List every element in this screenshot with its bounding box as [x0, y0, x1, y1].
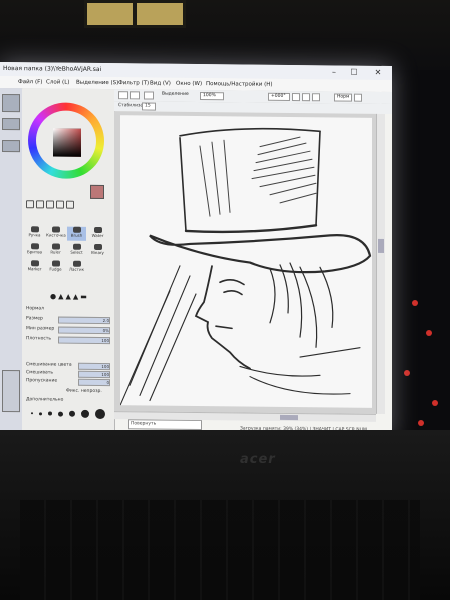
menu-select[interactable]: Выделение (S)	[76, 80, 118, 86]
min-size-label: Мин размер	[26, 326, 55, 332]
rotate-right-button[interactable]	[302, 93, 310, 102]
menu-help[interactable]: Помощь/Настройки (H)	[206, 81, 273, 88]
keyboard	[20, 500, 420, 600]
persistence-slider[interactable]: 0	[78, 378, 110, 387]
drawing-canvas[interactable]	[119, 115, 372, 408]
stabilizer-toggle[interactable]	[354, 93, 362, 102]
selection-toggle[interactable]: Выделение	[160, 92, 198, 100]
density-slider[interactable]: 100	[58, 336, 110, 345]
room-background	[0, 0, 450, 70]
size-label: Размер	[26, 316, 43, 322]
brush-pen[interactable]: Ручка	[25, 226, 44, 240]
blend-mode[interactable]: Нормал	[26, 306, 44, 311]
redo-button[interactable]	[130, 91, 140, 100]
rotate-left-button[interactable]	[292, 93, 300, 102]
tool-panel: Ручка Кисточка Brush Water Бритва Ruler …	[22, 88, 115, 436]
zoom-icon[interactable]	[36, 200, 44, 209]
window-title: Новая папка (3)\YeBhoAVjAR.sai	[3, 64, 102, 74]
room-window	[84, 0, 186, 28]
layer-thumbnail[interactable]	[2, 139, 20, 153]
brush-binary[interactable]: Binary	[88, 243, 107, 258]
close-button[interactable]: ✕	[372, 67, 384, 78]
keep-opacity-checkbox[interactable]: Фикс. непрозр.	[66, 389, 102, 394]
brush-brush[interactable]: Кисточка	[46, 226, 66, 240]
deselect-button[interactable]	[144, 91, 154, 100]
eyedropper-icon[interactable]	[66, 200, 74, 209]
undo-button[interactable]	[118, 91, 128, 100]
rotate-icon[interactable]	[46, 200, 54, 209]
brush-shapes[interactable]: ●▲▲▲▬	[50, 292, 89, 300]
menu-file[interactable]: Файл (F)	[18, 79, 42, 85]
density-label: Плотность	[26, 336, 52, 342]
vertical-scrollbar[interactable]	[376, 113, 385, 414]
menu-view[interactable]: Вид (V)	[150, 81, 171, 87]
normal-mode[interactable]: Норм	[334, 93, 352, 102]
reset-rotation-button[interactable]	[312, 93, 320, 102]
minimize-button[interactable]: –	[328, 66, 340, 77]
rotate-navigator[interactable]: Повернуть	[128, 419, 202, 431]
sketch-drawing	[119, 127, 372, 406]
navigator-panel	[0, 87, 23, 435]
canvas-area[interactable]	[114, 111, 376, 414]
angle-field[interactable]: +000°	[268, 92, 290, 101]
current-color-swatch[interactable]	[90, 184, 104, 200]
size-slider[interactable]: 2.0	[58, 316, 110, 325]
blend-slider[interactable]: 100	[78, 362, 110, 371]
brush-marker[interactable]: Marker	[25, 260, 44, 274]
brand-logo: acer	[240, 452, 276, 467]
layer-list[interactable]	[2, 369, 20, 413]
brush-fudge[interactable]: Fudge	[46, 260, 65, 274]
horizontal-scroll-thumb[interactable]	[280, 414, 298, 421]
layer-thumbnail[interactable]	[2, 117, 20, 131]
laptop-screen: Новая папка (3)\YeBhoAVjAR.sai – ☐ ✕ Фай…	[0, 61, 392, 439]
advanced-settings[interactable]: Дополнительно	[26, 397, 63, 402]
vertical-scroll-thumb[interactable]	[378, 238, 384, 253]
brush-brush2[interactable]: Brush	[67, 226, 86, 241]
move-icon[interactable]	[26, 200, 34, 209]
hand-icon[interactable]	[56, 200, 64, 209]
navigator-thumbnail[interactable]	[2, 93, 20, 113]
dilution-slider[interactable]: 100	[78, 370, 110, 379]
red-lights	[392, 260, 450, 440]
persistence-label: Пропускание	[26, 378, 58, 384]
brush-water[interactable]: Water	[88, 226, 107, 241]
brush-ruler[interactable]: Ruler	[46, 243, 65, 257]
brush-eraser[interactable]: Ластик	[67, 260, 86, 275]
menu-window[interactable]: Окно (W)	[176, 81, 202, 87]
menu-layer[interactable]: Слой (L)	[46, 79, 69, 85]
menu-filter[interactable]: Фильтр (T)	[118, 80, 149, 86]
brush-razor[interactable]: Бритва	[25, 243, 44, 257]
brush-grid: Ручка Кисточка Brush Water Бритва Ruler …	[25, 226, 109, 287]
nav-tools	[26, 200, 76, 209]
hat-top-edge	[179, 127, 321, 137]
min-size-slider[interactable]: 0%	[58, 326, 110, 335]
brush-select[interactable]: Select	[67, 243, 86, 258]
blend-label: Смешивание цвета	[26, 362, 72, 368]
dilution-label: Смешивать	[26, 370, 54, 376]
stabilizer-field[interactable]: 15	[142, 102, 156, 111]
maximize-button[interactable]: ☐	[348, 67, 360, 78]
color-square[interactable]	[53, 128, 81, 157]
brush-size-presets[interactable]	[28, 408, 108, 420]
zoom-field[interactable]: 100%	[200, 92, 224, 101]
